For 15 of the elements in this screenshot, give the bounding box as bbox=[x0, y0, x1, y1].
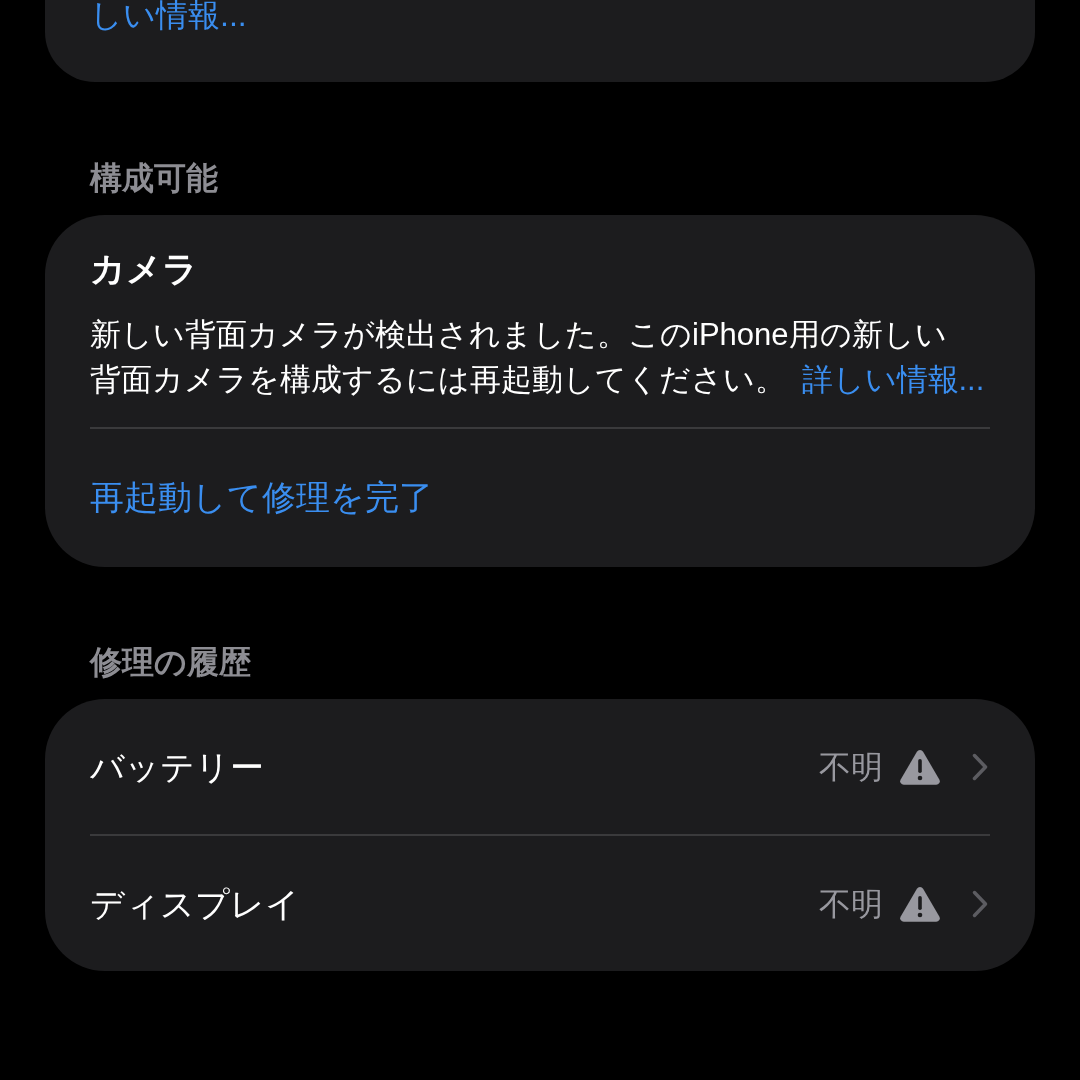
row-value: 不明 bbox=[819, 747, 883, 787]
section-header: 修理の履歴 bbox=[88, 643, 252, 682]
warning-icon bbox=[900, 748, 940, 785]
restart-button[interactable]: 再起動して修理を完了 bbox=[90, 475, 433, 519]
card-description: 新しい背面カメラが検出されました。このiPhone用の新しい背面カメラを構成するには再起動してください。 詳しい情報... bbox=[90, 316, 986, 399]
chevron-right-icon[interactable] bbox=[972, 889, 988, 918]
row-label[interactable]: バッテリー bbox=[90, 744, 819, 789]
learn-more-link[interactable]: しい情報... bbox=[90, 0, 990, 35]
chevron-right-icon[interactable] bbox=[972, 752, 988, 781]
section-header: 構成可能 bbox=[88, 159, 219, 198]
row-value: 不明 bbox=[819, 884, 883, 924]
learn-more-link[interactable]: 詳しい情報... bbox=[801, 362, 985, 397]
row-label[interactable]: ディスプレイ bbox=[90, 881, 819, 926]
warning-icon bbox=[900, 885, 940, 922]
card-title: カメラ bbox=[90, 248, 199, 290]
